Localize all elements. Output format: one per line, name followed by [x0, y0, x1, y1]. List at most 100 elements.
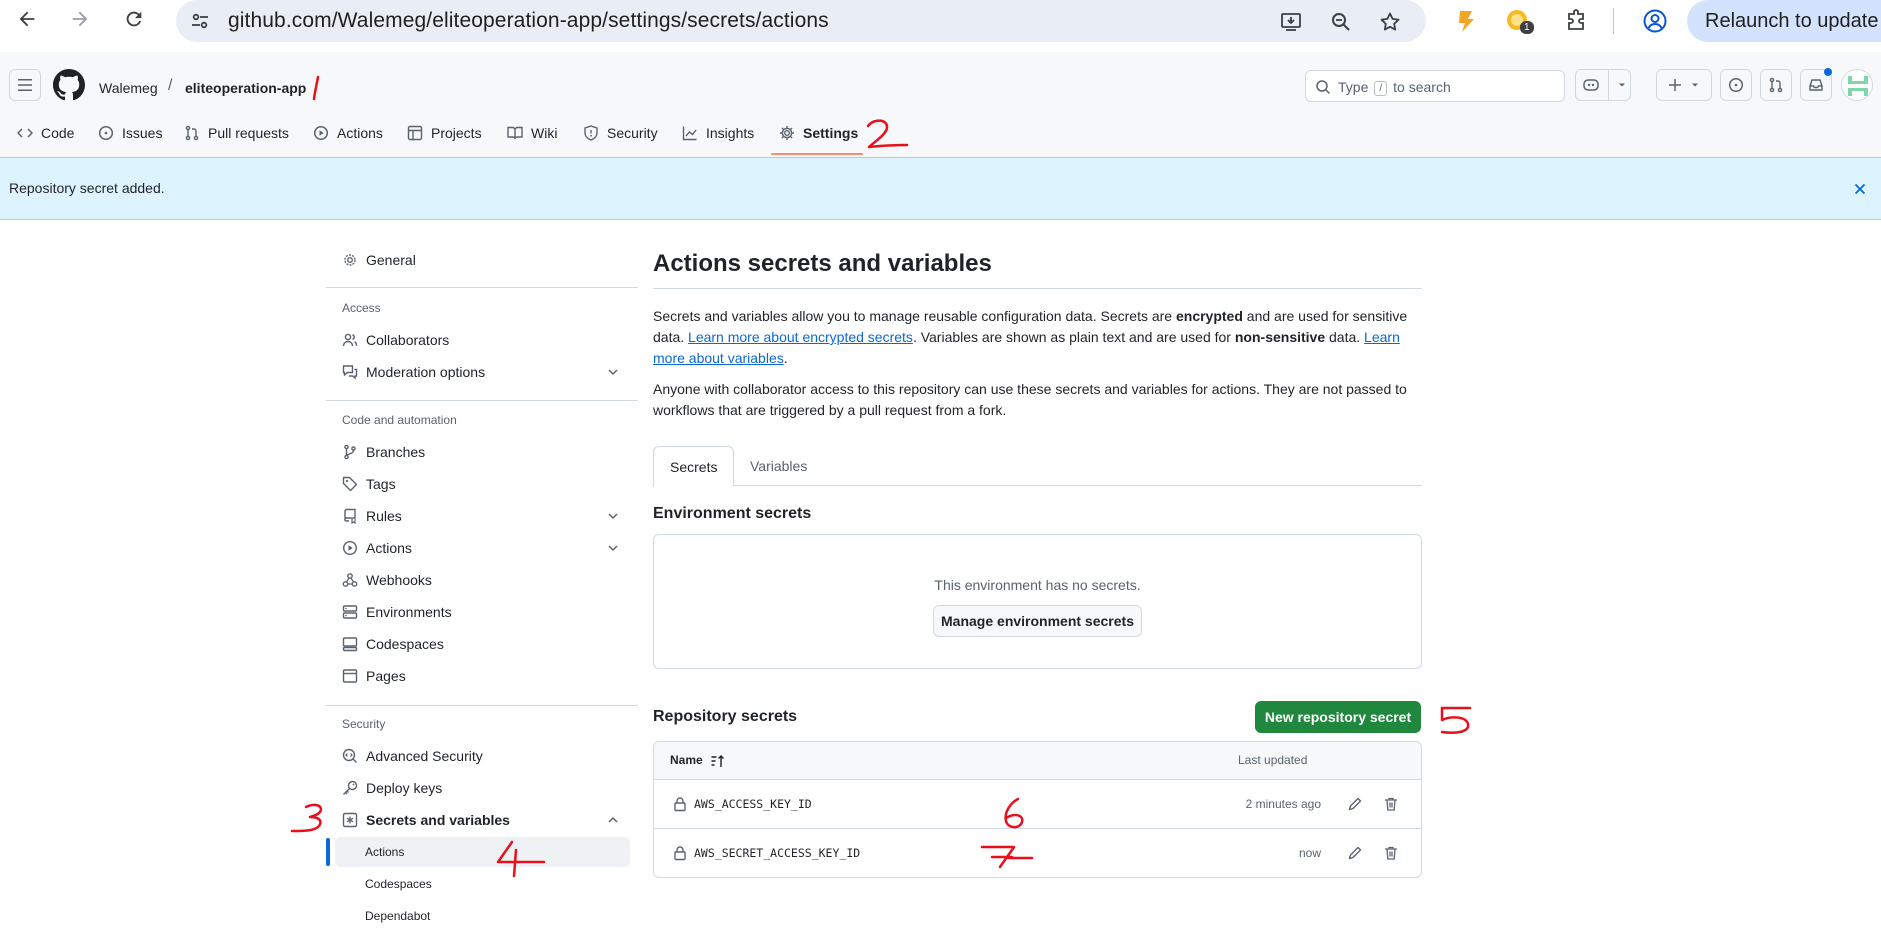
create-new-button[interactable] [1656, 69, 1712, 101]
intro-text: . Variables are shown as plain text and … [912, 329, 1235, 345]
sidebar-item-branches[interactable]: Branches [335, 437, 630, 467]
tab-variables[interactable]: Variables [734, 446, 823, 486]
forward-arrow-icon[interactable] [60, 2, 100, 36]
close-icon[interactable] [1850, 179, 1870, 199]
sidebar-item-collaborators[interactable]: Collaborators [335, 325, 630, 355]
sidebar-item-pages[interactable]: Pages [335, 661, 630, 691]
install-app-icon[interactable] [1276, 7, 1306, 37]
manage-environment-secrets-button[interactable]: Manage environment secrets [933, 605, 1142, 637]
extensions-puzzle-icon[interactable] [1559, 4, 1593, 38]
zoom-icon[interactable] [1326, 7, 1356, 37]
relaunch-button[interactable]: Relaunch to update [1687, 0, 1881, 42]
sidebar-subitem-dependabot[interactable]: Dependabot [335, 901, 630, 928]
asterisk-box-icon [342, 812, 358, 828]
sidebar-item-general[interactable]: General [335, 245, 630, 275]
sidebar-item-label: Webhooks [366, 572, 432, 588]
book-icon [507, 126, 523, 140]
sidebar-item-webhooks[interactable]: Webhooks [335, 565, 630, 595]
column-header-last-updated: Last updated [1238, 753, 1308, 767]
chevron-down-icon [1692, 83, 1698, 87]
sidebar-item-label: Tags [366, 476, 396, 492]
sidebar-subitem-codespaces[interactable]: Codespaces [335, 869, 630, 899]
secret-name: AWS_SECRET_ACCESS_KEY_ID [694, 846, 861, 860]
repository-secrets-table: Name Last updated AWS_ACCESS_KEY_ID 2 mi… [653, 741, 1422, 878]
title-divider [653, 288, 1422, 289]
sidebar-item-label: Advanced Security [366, 748, 483, 764]
copilot-button[interactable] [1575, 69, 1631, 101]
back-arrow-icon[interactable] [7, 2, 47, 36]
intro-text: Secrets and variables allow you to manag… [653, 308, 1176, 324]
sidebar-item-rules[interactable]: Rules [335, 501, 630, 531]
access-note: Anyone with collaborator access to this … [653, 381, 1407, 418]
trash-icon[interactable] [1383, 796, 1399, 812]
learn-more-secrets-link[interactable]: Learn more about encrypted secrets [688, 329, 913, 345]
sidebar-item-label: Pages [366, 668, 406, 684]
site-settings-icon[interactable] [188, 9, 212, 33]
grammarly-extension-icon[interactable] [1449, 4, 1483, 38]
branch-icon [344, 444, 356, 460]
sidebar-item-label: Secrets and variables [366, 812, 510, 828]
chevron-down-icon [1619, 83, 1625, 87]
sidebar-item-label: Deploy keys [366, 780, 443, 796]
toolbar-divider [1613, 8, 1614, 34]
sidebar-item-codespaces[interactable]: Codespaces [335, 629, 630, 659]
sidebar-item-deploy-keys[interactable]: Deploy keys [335, 773, 630, 803]
pencil-icon[interactable] [1347, 845, 1363, 861]
sidebar-item-tags[interactable]: Tags [335, 469, 630, 499]
search-input[interactable]: Type / to search [1305, 70, 1565, 102]
server-icon [342, 605, 358, 619]
browser-toolbar: github.com/Walemeg/eliteoperation-app/se… [0, 0, 1881, 52]
sidebar-divider [326, 400, 638, 401]
shield-icon [584, 125, 598, 141]
sidebar-heading-code: Code and automation [342, 413, 457, 427]
environment-secrets-heading: Environment secrets [653, 505, 812, 522]
inbox-icon [1809, 79, 1823, 91]
sidebar-item-moderation[interactable]: Moderation options [335, 357, 630, 387]
sidebar-item-label: Codespaces [366, 636, 444, 652]
sidebar-heading-security: Security [342, 717, 386, 731]
intro-text: . [783, 350, 788, 366]
pull-requests-button[interactable] [1760, 69, 1792, 101]
annotation-5 [1440, 706, 1472, 734]
tag-icon [342, 476, 358, 492]
pull-request-icon [185, 125, 199, 141]
sidebar-subitem-actions[interactable]: Actions [335, 837, 630, 867]
issue-icon [98, 125, 114, 141]
secret-updated: 2 minutes ago [1245, 797, 1321, 811]
tab-label: Issues [122, 125, 163, 141]
extension-badge-icon[interactable]: 1 [1501, 4, 1535, 38]
sidebar-item-label: Environments [366, 604, 452, 620]
table-row: AWS_ACCESS_KEY_ID 2 minutes ago [654, 780, 1421, 829]
graph-icon [682, 126, 697, 141]
owner-link[interactable]: Walemeg [99, 78, 158, 98]
address-bar[interactable]: github.com/Walemeg/eliteoperation-app/se… [176, 0, 1426, 42]
tab-secrets[interactable]: Secrets [653, 446, 735, 487]
bookmark-star-icon[interactable] [1375, 7, 1405, 37]
column-header-name[interactable]: Name [670, 753, 703, 767]
copilot-icon [1583, 79, 1599, 91]
intro-paragraph: Secrets and variables allow you to manag… [653, 306, 1422, 369]
sidebar-item-actions[interactable]: Actions [335, 533, 630, 563]
sidebar-item-advanced-security[interactable]: Advanced Security [335, 741, 630, 771]
sidebar-item-secrets-and-variables[interactable]: Secrets and variables [335, 805, 630, 835]
new-repository-secret-button[interactable]: New repository secret [1255, 701, 1421, 733]
avatar[interactable] [1841, 69, 1873, 101]
menu-button[interactable] [9, 69, 41, 101]
people-icon [342, 333, 358, 347]
trash-icon[interactable] [1383, 845, 1399, 861]
github-logo-icon[interactable] [53, 69, 85, 101]
codescan-icon [342, 748, 357, 763]
reload-icon[interactable] [114, 2, 154, 36]
chevron-down-icon [608, 545, 618, 552]
plus-icon [1669, 79, 1681, 91]
pencil-icon[interactable] [1347, 796, 1363, 812]
table-row: AWS_SECRET_ACCESS_KEY_ID now [654, 829, 1421, 878]
notification-dot [1824, 68, 1832, 76]
sidebar-item-environments[interactable]: Environments [335, 597, 630, 627]
repo-link[interactable]: eliteoperation-app [185, 78, 306, 98]
play-icon [342, 540, 358, 556]
sort-icon[interactable] [710, 753, 726, 769]
repo-push-icon [344, 508, 356, 524]
issues-button[interactable] [1720, 69, 1752, 101]
profile-icon[interactable] [1638, 4, 1672, 38]
